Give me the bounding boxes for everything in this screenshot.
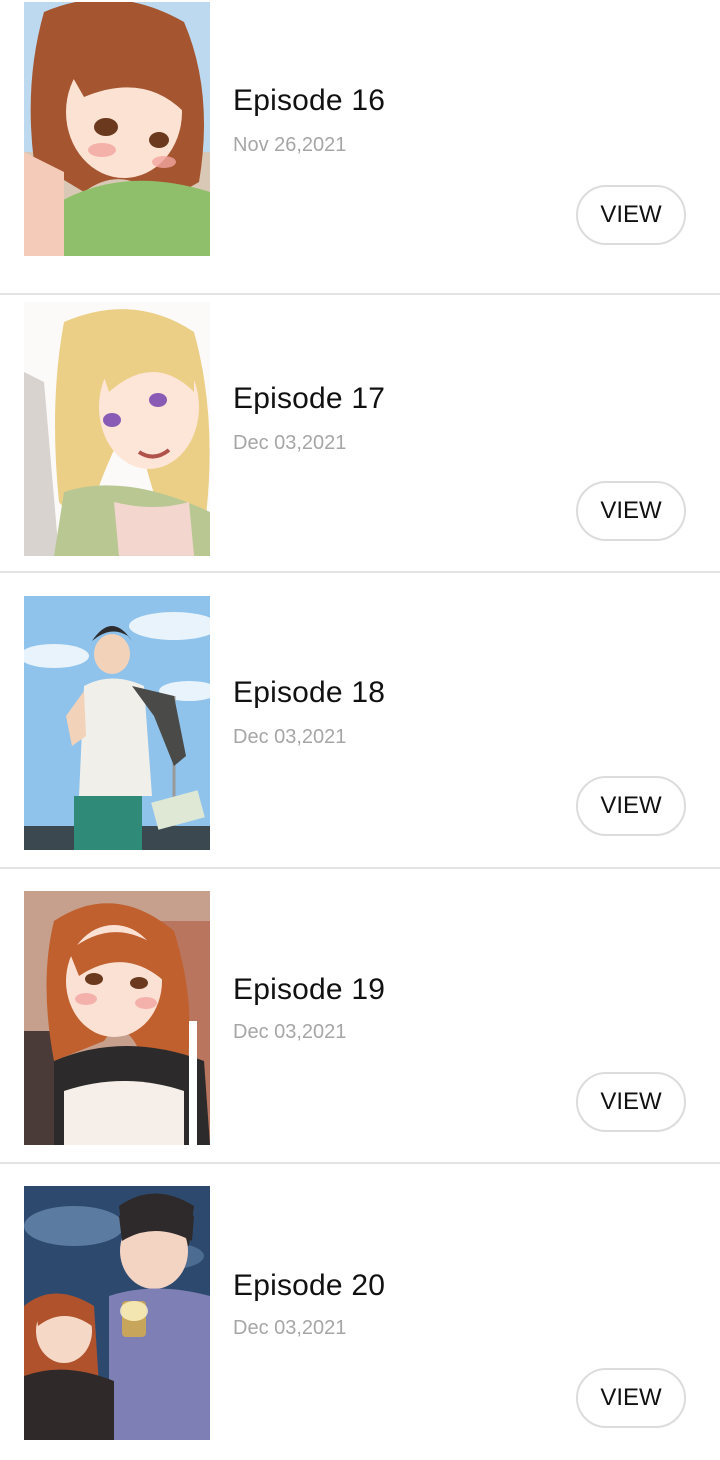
- view-button[interactable]: VIEW: [576, 481, 686, 541]
- episode-title: Episode 20: [233, 1269, 386, 1302]
- view-button[interactable]: VIEW: [576, 1072, 686, 1132]
- view-button[interactable]: VIEW: [576, 1368, 686, 1428]
- episode-date: Nov 26,2021: [233, 134, 347, 156]
- episode-date: Dec 03,2021: [233, 726, 347, 748]
- view-button[interactable]: VIEW: [576, 185, 686, 245]
- episode-row[interactable]: Episode 17 Dec 03,2021 VIEW: [0, 278, 720, 573]
- episode-row[interactable]: Episode 20 Dec 03,2021 VIEW: [0, 1165, 720, 1460]
- episode-row[interactable]: Episode 19 Dec 03,2021 VIEW: [0, 869, 720, 1164]
- episode-title: Episode 16: [233, 84, 386, 117]
- episode-thumbnail[interactable]: [24, 891, 210, 1145]
- episode-date: Dec 03,2021: [233, 1021, 347, 1043]
- episode-thumbnail[interactable]: [24, 2, 210, 256]
- episode-thumbnail[interactable]: [24, 1186, 210, 1440]
- episode-row[interactable]: Episode 16 Nov 26,2021 VIEW: [0, 0, 720, 295]
- episode-thumbnail[interactable]: [24, 596, 210, 850]
- view-button[interactable]: VIEW: [576, 776, 686, 836]
- episode-title: Episode 18: [233, 676, 386, 709]
- episode-date: Dec 03,2021: [233, 1317, 347, 1339]
- episode-date: Dec 03,2021: [233, 432, 347, 454]
- episode-row[interactable]: Episode 18 Dec 03,2021 VIEW: [0, 574, 720, 869]
- episode-thumbnail[interactable]: [24, 302, 210, 556]
- episode-title: Episode 19: [233, 973, 386, 1006]
- episode-title: Episode 17: [233, 382, 386, 415]
